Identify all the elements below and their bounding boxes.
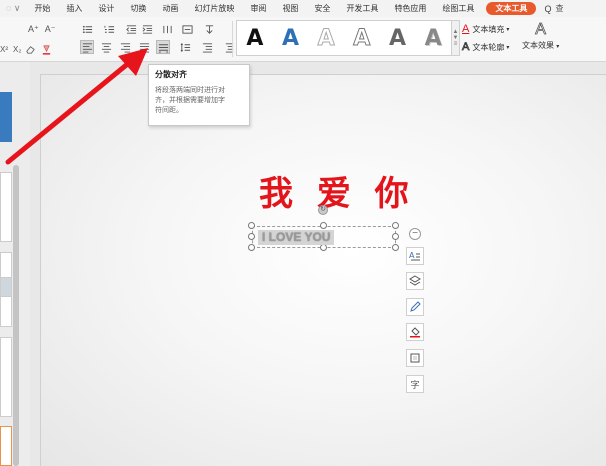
- text-fill-label: 文本填充: [472, 24, 505, 34]
- decrease-indent-icon[interactable]: [124, 22, 138, 36]
- line-spacing-icon[interactable]: [178, 40, 192, 54]
- wordart-style-gallery[interactable]: A A A A A A: [236, 20, 452, 56]
- highlight-icon[interactable]: [39, 42, 53, 56]
- wordart-style-black[interactable]: A: [246, 26, 263, 51]
- numbered-list-icon[interactable]: [102, 22, 116, 36]
- slide-thumbnail-content: [0, 277, 12, 297]
- resize-handle[interactable]: [248, 233, 255, 240]
- eraser-icon[interactable]: [23, 42, 37, 56]
- collapse-tools-button[interactable]: −: [409, 228, 421, 240]
- align-text-icon[interactable]: [202, 22, 216, 36]
- fill-bucket-icon[interactable]: [406, 323, 424, 341]
- svg-text:A: A: [409, 251, 415, 260]
- tab-text-tools[interactable]: 文本工具: [486, 2, 537, 15]
- layers-icon[interactable]: [406, 272, 424, 290]
- font-size-group: A⁺ A⁻: [28, 22, 58, 36]
- resize-handle[interactable]: [392, 222, 399, 229]
- menu-bar: ◌ ∨ 开始 插入 设计 切换 动画 幻灯片放映 审阅 视图 安全 开发工具 特…: [0, 0, 606, 17]
- tooltip-title: 分散对齐: [155, 70, 187, 79]
- text-effects-button[interactable]: A 文本效果 ▾: [522, 21, 559, 51]
- slide-thumbnail[interactable]: [0, 172, 12, 242]
- list-group: [80, 22, 218, 36]
- tab-special-apps[interactable]: 特色应用: [386, 0, 434, 17]
- more-icon[interactable]: ≡: [454, 41, 458, 47]
- paragraph-spacing-icon[interactable]: [200, 40, 214, 54]
- slide-thumbnail-selected[interactable]: [0, 426, 12, 466]
- slide-thumbnail[interactable]: [0, 92, 12, 142]
- thumbnail-scrollbar[interactable]: [13, 165, 19, 466]
- text-fill-icon: A: [462, 23, 470, 35]
- dropdown-arrow-icon: ▾: [506, 26, 510, 33]
- tab-developer[interactable]: 开发工具: [338, 0, 386, 17]
- ribbon: A⁺ A⁻ X² X₂ A A A A A A ▲ ▼ ≡ A 文本填充 ▾ A…: [0, 17, 606, 62]
- text-fill-button[interactable]: A 文本填充 ▾: [462, 23, 509, 35]
- tab-transition[interactable]: 切换: [122, 0, 154, 17]
- character-icon[interactable]: 字: [406, 375, 424, 393]
- shrink-font-icon[interactable]: A⁻: [45, 22, 56, 36]
- tooltip-description-line: 将段落两端同时进行对: [155, 87, 225, 94]
- tooltip-description-line: 齐，并根据需要增加字: [155, 97, 225, 104]
- script-group: X² X₂: [0, 42, 55, 56]
- resize-handle[interactable]: [392, 244, 399, 251]
- text-outline-button[interactable]: A 文本轮廓 ▾: [462, 41, 510, 54]
- frame-icon[interactable]: [406, 349, 424, 367]
- resize-handle[interactable]: [320, 244, 327, 251]
- distributed-align-icon[interactable]: [156, 40, 170, 54]
- subscript-icon[interactable]: X₂: [13, 42, 21, 56]
- tab-start[interactable]: 开始: [26, 0, 58, 17]
- slide-title-text[interactable]: 我 爱 你: [259, 166, 415, 215]
- bullet-list-icon[interactable]: [80, 22, 94, 36]
- distributed-align-tooltip: 分散对齐 将段落两端同时进行对 齐，并根据需要增加字 符间距。: [148, 64, 250, 126]
- paragraph-settings-icon[interactable]: [222, 40, 236, 54]
- tab-drawing-tools[interactable]: 绘图工具: [434, 0, 482, 17]
- tab-slideshow[interactable]: 幻灯片放映: [186, 0, 242, 17]
- text-format-icon[interactable]: A: [406, 247, 424, 265]
- resize-handle[interactable]: [320, 222, 327, 229]
- search-icon[interactable]: Q: [544, 4, 551, 14]
- resize-handle[interactable]: [248, 244, 255, 251]
- wordart-style-shadow[interactable]: A: [425, 26, 442, 51]
- slide-canvas[interactable]: [40, 74, 606, 466]
- text-effects-label: 文本效果: [522, 41, 554, 50]
- text-outline-label: 文本轮廓: [472, 42, 505, 52]
- slide-thumbnail[interactable]: [0, 337, 12, 417]
- align-left-icon[interactable]: [80, 40, 94, 54]
- tab-review[interactable]: 审阅: [242, 0, 274, 17]
- superscript-icon[interactable]: X²: [0, 42, 8, 56]
- textbox-content[interactable]: I LOVE YOU: [258, 230, 335, 245]
- justify-icon[interactable]: [137, 40, 151, 54]
- wordart-style-outline-dark[interactable]: A: [353, 25, 371, 51]
- gallery-scroll-buttons[interactable]: ▲ ▼ ≡: [452, 20, 460, 56]
- resize-handle[interactable]: [248, 222, 255, 229]
- dropdown-arrow-icon: ▾: [556, 44, 560, 50]
- grow-font-icon[interactable]: A⁺: [28, 22, 39, 36]
- quick-access-toolbar[interactable]: ◌ ∨: [6, 3, 20, 14]
- alignment-group: [80, 40, 238, 54]
- tab-animation[interactable]: 动画: [154, 0, 186, 17]
- text-effects-icon: A: [535, 21, 546, 39]
- dropdown-arrow-icon: ▾: [506, 44, 510, 51]
- ribbon-separator: [232, 21, 233, 57]
- text-direction-icon[interactable]: [180, 22, 194, 36]
- wordart-style-gray[interactable]: A: [389, 26, 406, 51]
- search-hint[interactable]: 查: [555, 3, 563, 14]
- tooltip-description-line: 符间距。: [155, 107, 183, 114]
- pen-icon[interactable]: [406, 298, 424, 316]
- wordart-style-blue[interactable]: A: [282, 26, 299, 51]
- align-right-icon[interactable]: [118, 40, 132, 54]
- tab-design[interactable]: 设计: [90, 0, 122, 17]
- tab-insert[interactable]: 插入: [58, 0, 90, 17]
- text-outline-icon: A: [462, 41, 470, 54]
- align-center-icon[interactable]: [99, 40, 113, 54]
- tab-security[interactable]: 安全: [306, 0, 338, 17]
- tab-view[interactable]: 视图: [274, 0, 306, 17]
- wordart-style-outline-gray[interactable]: A: [317, 25, 335, 51]
- columns-icon[interactable]: [160, 22, 174, 36]
- resize-handle[interactable]: [392, 233, 399, 240]
- rotate-handle-icon[interactable]: ↻: [318, 205, 328, 215]
- increase-indent-icon[interactable]: [140, 22, 154, 36]
